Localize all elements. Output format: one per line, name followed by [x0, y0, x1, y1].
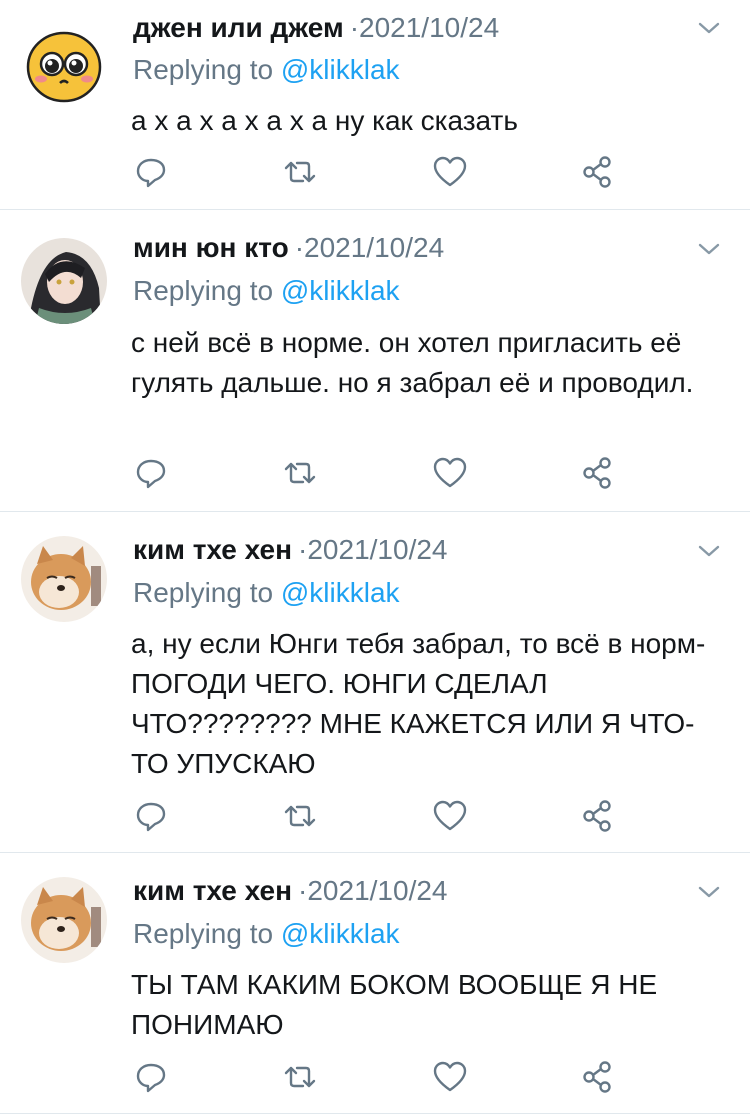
- author-name[interactable]: ким тхе хен: [133, 530, 292, 570]
- like-icon: [433, 457, 467, 488]
- share-icon: [583, 1061, 611, 1093]
- replying-to: Replying to @klikklak: [133, 52, 400, 88]
- author-name[interactable]: ким тхе хен: [133, 871, 292, 911]
- chevron-down-icon[interactable]: [696, 236, 722, 262]
- reply-button[interactable]: [133, 455, 169, 491]
- reply-icon: [136, 802, 166, 832]
- action-bar: [0, 798, 750, 838]
- reply-prefix: Replying to: [133, 918, 274, 949]
- separator: ·: [294, 232, 305, 263]
- tweet-header: ким тхе хен · 2021/10/24: [133, 530, 448, 570]
- avatar[interactable]: [21, 877, 107, 963]
- tweet-header: джен или джем · 2021/10/24: [133, 8, 499, 48]
- share-button[interactable]: [580, 154, 616, 190]
- reply-icon: [136, 158, 166, 188]
- share-button[interactable]: [580, 798, 616, 834]
- reply-prefix: Replying to: [133, 275, 274, 306]
- timestamp[interactable]: 2021/10/24: [304, 228, 444, 268]
- tweet-text: а х а х а х а х а ну как сказать: [131, 105, 518, 136]
- tweet-feed: джен или джем · 2021/10/24 Replying to @…: [0, 0, 750, 1114]
- reply-icon: [136, 459, 166, 489]
- reply-button[interactable]: [133, 798, 169, 834]
- shiba-dog-avatar: [21, 877, 107, 963]
- like-button[interactable]: [432, 154, 468, 190]
- share-button[interactable]: [580, 1059, 616, 1095]
- retweet-button[interactable]: [282, 1059, 318, 1095]
- action-bar: [0, 154, 750, 194]
- reply-handle[interactable]: @klikklak: [281, 275, 400, 306]
- avatar[interactable]: [21, 536, 107, 622]
- replying-to: Replying to @klikklak: [133, 575, 400, 611]
- timestamp[interactable]: 2021/10/24: [307, 871, 447, 911]
- separator: ·: [298, 534, 308, 565]
- tweet-text: с ней всё в норме. он хотел пригласить е…: [131, 327, 694, 398]
- timestamp[interactable]: 2021/10/24: [307, 530, 447, 570]
- like-button[interactable]: [432, 798, 468, 834]
- like-button[interactable]: [432, 1059, 468, 1095]
- tweet-header: ким тхе хен · 2021/10/24: [133, 871, 448, 911]
- retweet-icon: [284, 805, 316, 827]
- chevron-down-icon[interactable]: [696, 15, 722, 41]
- like-icon: [433, 156, 467, 187]
- tweet[interactable]: ким тхе хен · 2021/10/24 Replying to @kl…: [0, 853, 750, 1114]
- share-icon: [583, 156, 611, 188]
- retweet-button[interactable]: [282, 798, 318, 834]
- retweet-icon: [284, 1066, 316, 1088]
- retweet-icon: [284, 161, 316, 183]
- like-icon: [433, 1061, 467, 1092]
- share-icon: [583, 457, 611, 489]
- tweet[interactable]: ким тхе хен · 2021/10/24 Replying to @kl…: [0, 512, 750, 853]
- retweet-button[interactable]: [282, 455, 318, 491]
- tweet[interactable]: мин юн кто · 2021/10/24 Replying to @kli…: [0, 210, 750, 512]
- replying-to: Replying to @klikklak: [133, 273, 400, 309]
- author-name[interactable]: джен или джем: [133, 8, 344, 48]
- chevron-down-icon[interactable]: [696, 879, 722, 905]
- like-icon: [433, 800, 467, 831]
- retweet-button[interactable]: [282, 154, 318, 190]
- reply-prefix: Replying to: [133, 54, 274, 85]
- chevron-down-icon[interactable]: [696, 538, 722, 564]
- reply-handle[interactable]: @klikklak: [281, 54, 400, 85]
- tweet-text: ТЫ ТАМ КАКИМ БОКОМ ВООБЩЕ Я НЕ ПОНИМАЮ: [131, 969, 658, 1040]
- emoji-face-avatar: [21, 19, 107, 105]
- reply-button[interactable]: [133, 154, 169, 190]
- reply-button[interactable]: [133, 1059, 169, 1095]
- replying-to: Replying to @klikklak: [133, 916, 400, 952]
- like-button[interactable]: [432, 455, 468, 491]
- reply-prefix: Replying to: [133, 577, 274, 608]
- shiba-dog-avatar: [21, 536, 107, 622]
- retweet-icon: [284, 462, 316, 484]
- avatar[interactable]: [21, 19, 107, 105]
- tweet[interactable]: джен или джем · 2021/10/24 Replying to @…: [0, 0, 750, 210]
- author-name[interactable]: мин юн кто: [133, 228, 289, 268]
- tweet-header: мин юн кто · 2021/10/24: [133, 228, 444, 268]
- reply-handle[interactable]: @klikklak: [281, 577, 400, 608]
- separator: ·: [349, 12, 360, 43]
- share-icon: [583, 800, 611, 832]
- timestamp[interactable]: 2021/10/24: [359, 8, 499, 48]
- action-bar: [0, 455, 750, 495]
- separator: ·: [298, 875, 308, 906]
- action-bar: [0, 1059, 750, 1099]
- share-button[interactable]: [580, 455, 616, 491]
- reply-handle[interactable]: @klikklak: [281, 918, 400, 949]
- tweet-text: а, ну если Юнги тебя забрал, то всё в но…: [131, 628, 706, 779]
- anime-character-avatar: [21, 238, 107, 324]
- reply-icon: [136, 1063, 166, 1093]
- avatar[interactable]: [21, 238, 107, 324]
